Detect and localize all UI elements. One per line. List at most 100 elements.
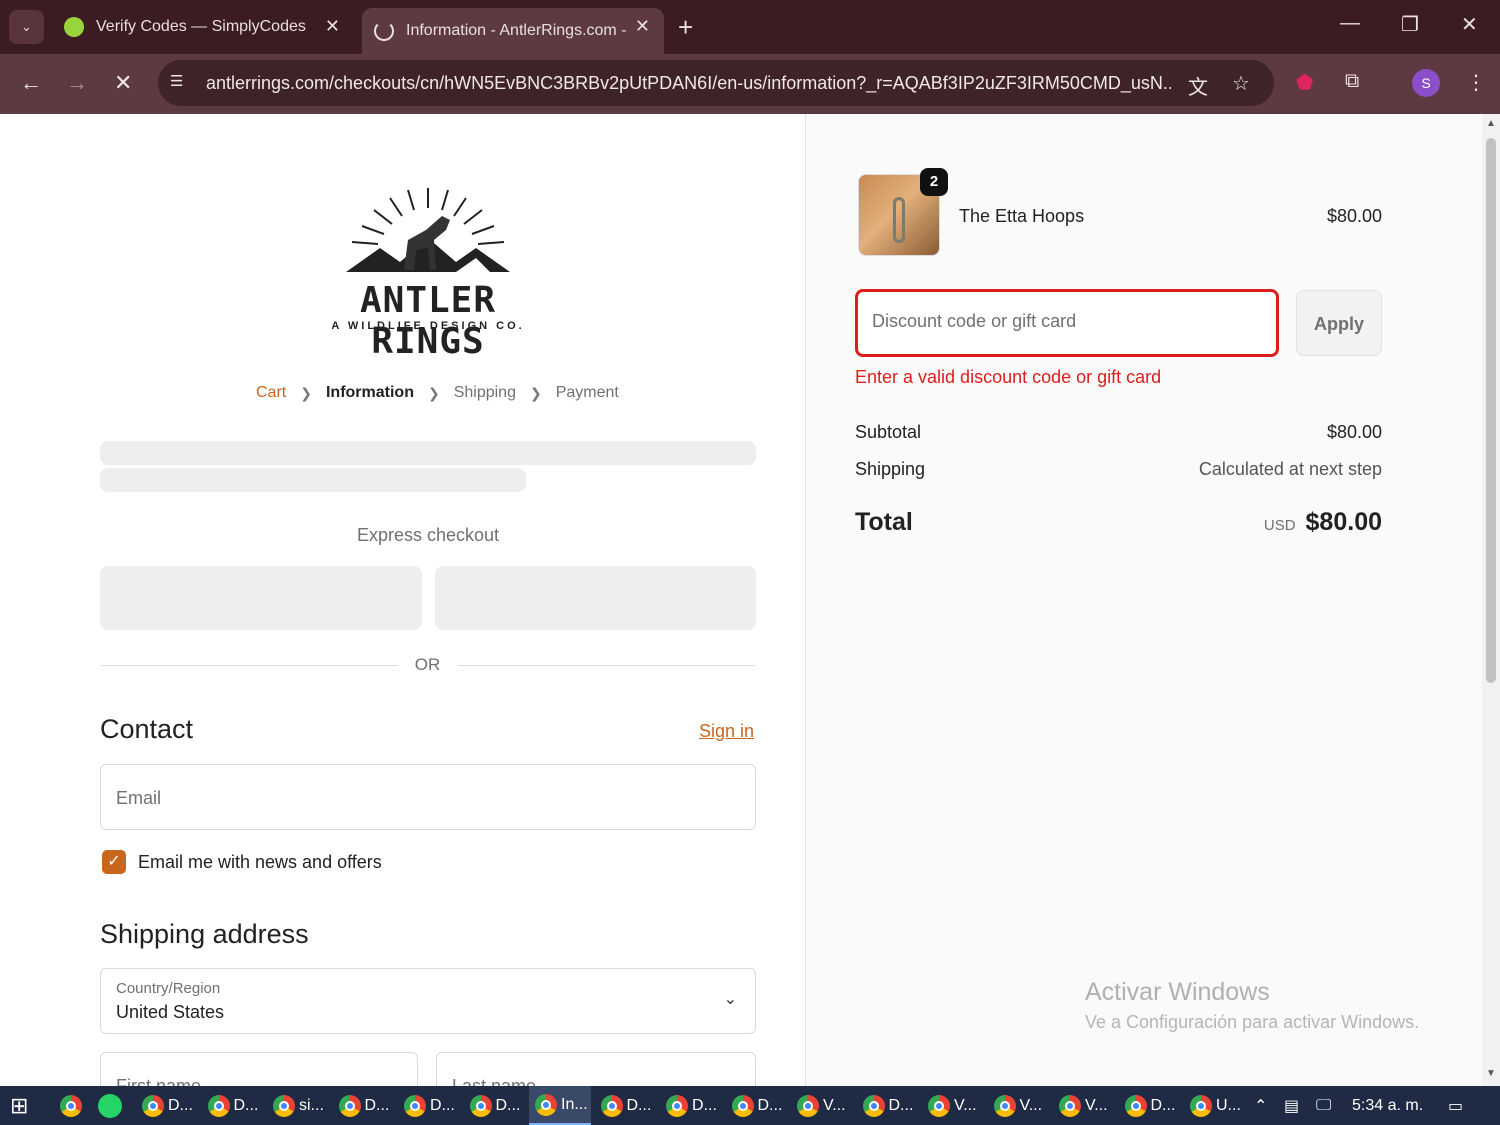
chrome-icon bbox=[1059, 1094, 1081, 1117]
taskbar-clock[interactable]: 5:34 a. m. bbox=[1352, 1097, 1423, 1115]
chrome-icon bbox=[338, 1094, 361, 1117]
taskbar-window-button[interactable]: D... bbox=[333, 1086, 395, 1125]
taskbar-window-label: V... bbox=[823, 1096, 846, 1114]
profile-avatar[interactable]: S bbox=[1412, 69, 1440, 97]
taskbar-window-button[interactable]: V... bbox=[988, 1086, 1050, 1125]
tab-simplycodes[interactable]: Verify Codes — SimplyCodes ✕ bbox=[52, 8, 354, 46]
scroll-down-icon[interactable]: ▼ bbox=[1486, 1068, 1496, 1079]
scrollbar-thumb[interactable] bbox=[1486, 138, 1496, 683]
taskbar-window-button[interactable]: si... bbox=[267, 1086, 329, 1125]
chrome-icon bbox=[600, 1094, 623, 1117]
taskbar-window-button[interactable]: D... bbox=[595, 1086, 657, 1125]
store-logo[interactable]: ANTLER RINGS A WILDLIFE DESIGN CO. bbox=[300, 186, 556, 362]
apply-button[interactable]: Apply bbox=[1296, 290, 1382, 356]
first-name-field[interactable]: First name bbox=[100, 1052, 418, 1086]
taskbar-window-label: V... bbox=[954, 1096, 977, 1114]
total-amount: USD $80.00 bbox=[1160, 508, 1382, 537]
express-pay-button-2[interactable] bbox=[435, 566, 756, 630]
chevron-down-icon: ⌄ bbox=[723, 991, 737, 1008]
taskbar-window-button[interactable]: In... bbox=[529, 1086, 591, 1125]
close-tab-icon[interactable]: ✕ bbox=[325, 16, 340, 37]
stop-loading-icon[interactable]: ✕ bbox=[114, 70, 132, 96]
taskbar-window-button[interactable]: D... bbox=[1119, 1086, 1181, 1125]
start-button[interactable]: ⊞ bbox=[10, 1086, 28, 1125]
loading-placeholder bbox=[100, 441, 756, 465]
extensions-puzzle-icon[interactable]: ⧉ bbox=[1345, 70, 1359, 93]
total-value: $80.00 bbox=[1305, 508, 1382, 536]
translate-icon[interactable]: 文 bbox=[1188, 71, 1208, 100]
new-tab-icon[interactable]: + bbox=[678, 12, 693, 43]
notifications-icon[interactable]: ▭ bbox=[1448, 1086, 1463, 1125]
taskbar-window-button[interactable]: D... bbox=[464, 1086, 526, 1125]
sign-in-link[interactable]: Sign in bbox=[699, 721, 754, 742]
windows-activation-title: Activar Windows bbox=[1085, 978, 1270, 1006]
taskbar-window-button[interactable]: V... bbox=[1053, 1086, 1115, 1125]
subtotal-value: $80.00 bbox=[1326, 422, 1382, 442]
bookmark-star-icon[interactable]: ☆ bbox=[1232, 71, 1250, 96]
taskbar-window-button[interactable]: D... bbox=[726, 1086, 788, 1125]
taskbar-window-label: U... bbox=[1216, 1096, 1241, 1114]
taskbar-window-label: D... bbox=[626, 1096, 652, 1114]
scroll-up-icon[interactable]: ▲ bbox=[1486, 118, 1496, 129]
quantity-badge: 2 bbox=[920, 168, 948, 196]
hoop-earring-image bbox=[893, 197, 905, 243]
discount-field[interactable] bbox=[855, 289, 1279, 357]
taskbar-window-button[interactable]: D... bbox=[136, 1086, 198, 1125]
chrome-icon bbox=[207, 1094, 230, 1117]
url-text[interactable]: antlerrings.com/checkouts/cn/hWN5EvBNC3B… bbox=[206, 73, 1171, 94]
whatsapp-pinned[interactable] bbox=[98, 1086, 122, 1125]
display-icon[interactable]: 🖵 bbox=[1316, 1086, 1331, 1125]
restore-icon[interactable]: ❐ bbox=[1401, 12, 1419, 37]
breadcrumb-cart[interactable]: Cart bbox=[256, 384, 286, 402]
browser-tabbar: ⌄ Verify Codes — SimplyCodes ✕ Informati… bbox=[0, 0, 1500, 54]
chrome-icon bbox=[404, 1094, 426, 1117]
breadcrumb-shipping: Shipping bbox=[453, 384, 516, 401]
taskbar-window-button[interactable]: D... bbox=[398, 1086, 460, 1125]
checkout-page: ANTLER RINGS A WILDLIFE DESIGN CO. Cart … bbox=[0, 114, 1482, 1086]
taskbar-window-button[interactable]: V... bbox=[922, 1086, 984, 1125]
or-label: OR bbox=[414, 655, 441, 674]
browser-menu-icon[interactable]: ⋮ bbox=[1466, 70, 1486, 95]
page-scrollbar[interactable]: ▲ ▼ bbox=[1482, 114, 1500, 1086]
express-pay-button-1[interactable] bbox=[100, 566, 422, 630]
shipping-value: Calculated at next step bbox=[1198, 459, 1382, 479]
taskbar-window-label: D... bbox=[364, 1096, 390, 1114]
country-select[interactable]: Country/Region United States ⌄ bbox=[100, 968, 756, 1034]
site-info-icon[interactable]: ☰ bbox=[170, 72, 192, 94]
taskbar-window-button[interactable]: U... bbox=[1184, 1086, 1246, 1125]
close-tab-icon[interactable]: ✕ bbox=[635, 16, 650, 37]
system-tray-chevron-icon[interactable]: ⌃ bbox=[1254, 1086, 1267, 1125]
currency-code: USD bbox=[1263, 517, 1296, 534]
chevron-right-icon: ❯ bbox=[529, 384, 542, 401]
taskbar-window-button[interactable]: V... bbox=[791, 1086, 853, 1125]
close-window-icon[interactable]: ✕ bbox=[1461, 12, 1478, 37]
discount-input[interactable] bbox=[872, 311, 1262, 332]
chrome-icon bbox=[60, 1094, 82, 1117]
ublock-extension-icon[interactable]: ⬟ bbox=[1296, 70, 1313, 95]
marketing-optin-label[interactable]: Email me with news and offers bbox=[138, 852, 382, 873]
taskbar-window-label: D... bbox=[430, 1096, 455, 1114]
chrome-icon bbox=[535, 1093, 557, 1116]
back-icon[interactable]: ← bbox=[20, 70, 42, 96]
taskbar-window-label: D... bbox=[888, 1096, 914, 1114]
chrome-icon bbox=[469, 1094, 492, 1117]
last-name-placeholder: Last name bbox=[452, 1076, 537, 1086]
network-icon[interactable]: ▤ bbox=[1284, 1086, 1299, 1125]
tab-antlerrings[interactable]: Information - AntlerRings.com - ✕ bbox=[362, 8, 664, 54]
email-field[interactable]: Email bbox=[100, 764, 756, 830]
address-bar[interactable]: ☰ antlerrings.com/checkouts/cn/hWN5EvBNC… bbox=[158, 60, 1274, 106]
taskbar-window-button[interactable]: D... bbox=[857, 1086, 919, 1125]
last-name-field[interactable]: Last name bbox=[436, 1052, 756, 1086]
taskbar-window-button[interactable]: D... bbox=[660, 1086, 722, 1125]
minimize-icon[interactable]: — bbox=[1340, 12, 1360, 35]
taskbar-window-button[interactable]: D... bbox=[202, 1086, 264, 1125]
tab-search-button[interactable]: ⌄ bbox=[9, 10, 44, 44]
taskbar-window-label: D... bbox=[1150, 1096, 1176, 1114]
breadcrumb-payment: Payment bbox=[555, 384, 619, 401]
elk-sunburst-icon bbox=[346, 188, 510, 272]
chrome-icon bbox=[797, 1094, 819, 1117]
chrome-icon bbox=[731, 1094, 754, 1117]
chrome-pinned[interactable] bbox=[54, 1086, 86, 1125]
marketing-checkbox[interactable]: ✓ bbox=[102, 850, 126, 874]
forward-icon[interactable]: → bbox=[66, 70, 88, 96]
